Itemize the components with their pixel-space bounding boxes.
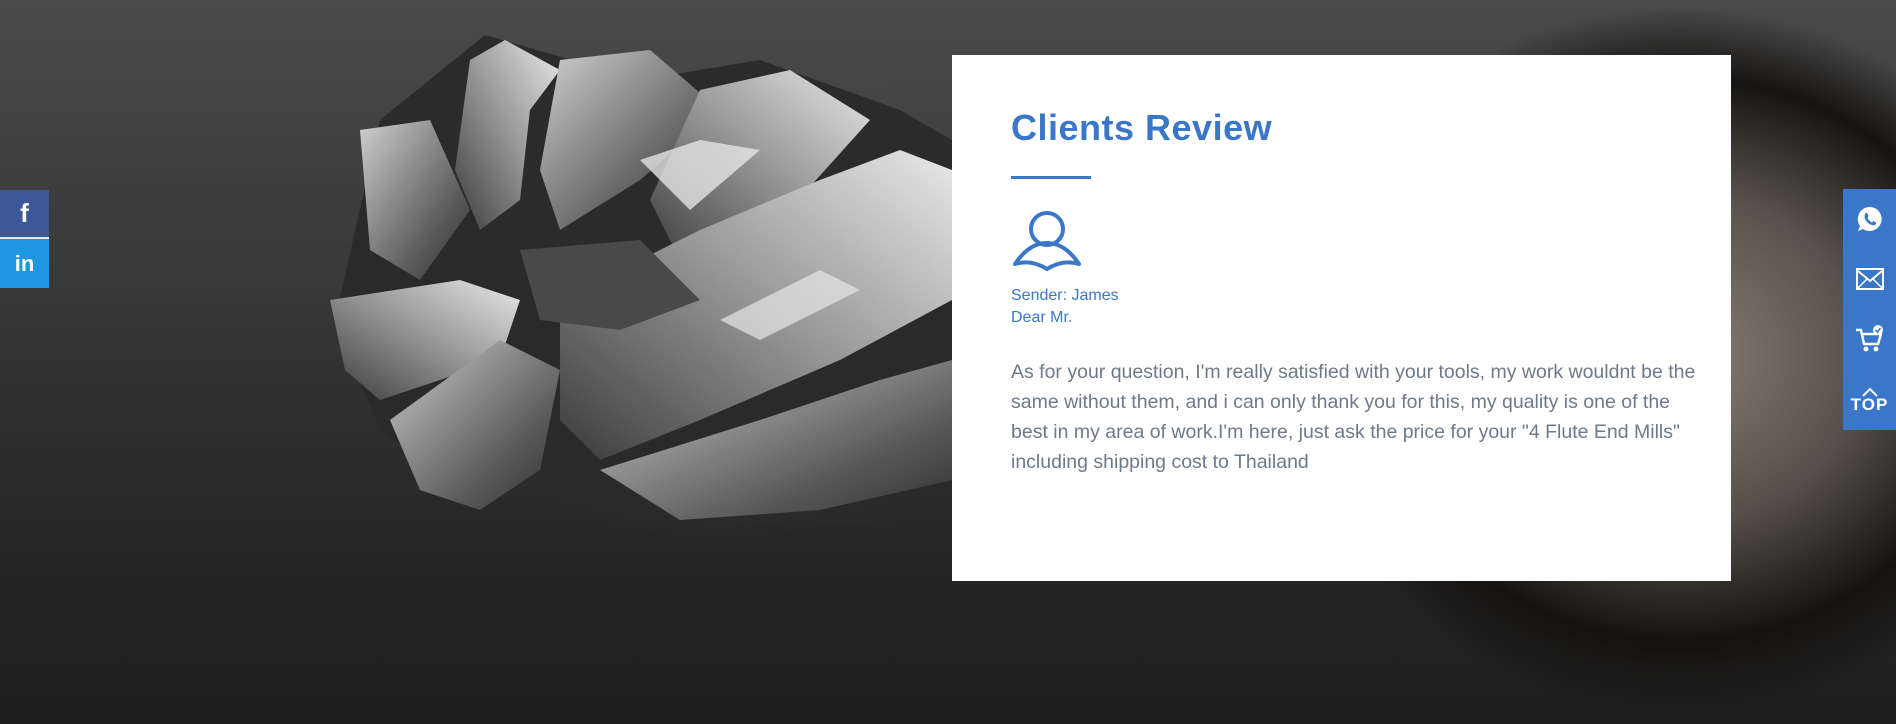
social-share-bar: f in xyxy=(0,190,49,288)
review-salutation: Dear Mr. xyxy=(1011,309,1073,326)
whatsapp-icon xyxy=(1857,206,1882,231)
facebook-icon: f xyxy=(20,198,29,228)
mail-icon xyxy=(1855,268,1884,290)
whatsapp-button[interactable] xyxy=(1843,189,1896,249)
review-card: Clients Review Sender: James Dear Mr. As… xyxy=(952,55,1731,581)
linkedin-button[interactable]: in xyxy=(0,239,49,288)
facebook-button[interactable]: f xyxy=(0,190,49,239)
cart-button[interactable] xyxy=(1843,309,1896,369)
cart-icon xyxy=(1855,325,1883,352)
review-body: As for your question, I'm really satisfi… xyxy=(1011,361,1696,473)
contact-sidebar: TOP xyxy=(1843,189,1896,430)
review-sender: Sender: James xyxy=(1011,287,1119,304)
linkedin-icon: in xyxy=(14,250,35,276)
review-title: Clients Review xyxy=(1011,107,1273,148)
review-meta: Sender: James Dear Mr. xyxy=(1011,285,1691,329)
back-to-top-button[interactable]: TOP xyxy=(1843,369,1896,430)
title-divider xyxy=(1011,176,1091,179)
back-to-top-label: TOP xyxy=(1850,394,1889,414)
user-icon xyxy=(1011,209,1083,271)
email-button[interactable] xyxy=(1843,249,1896,309)
